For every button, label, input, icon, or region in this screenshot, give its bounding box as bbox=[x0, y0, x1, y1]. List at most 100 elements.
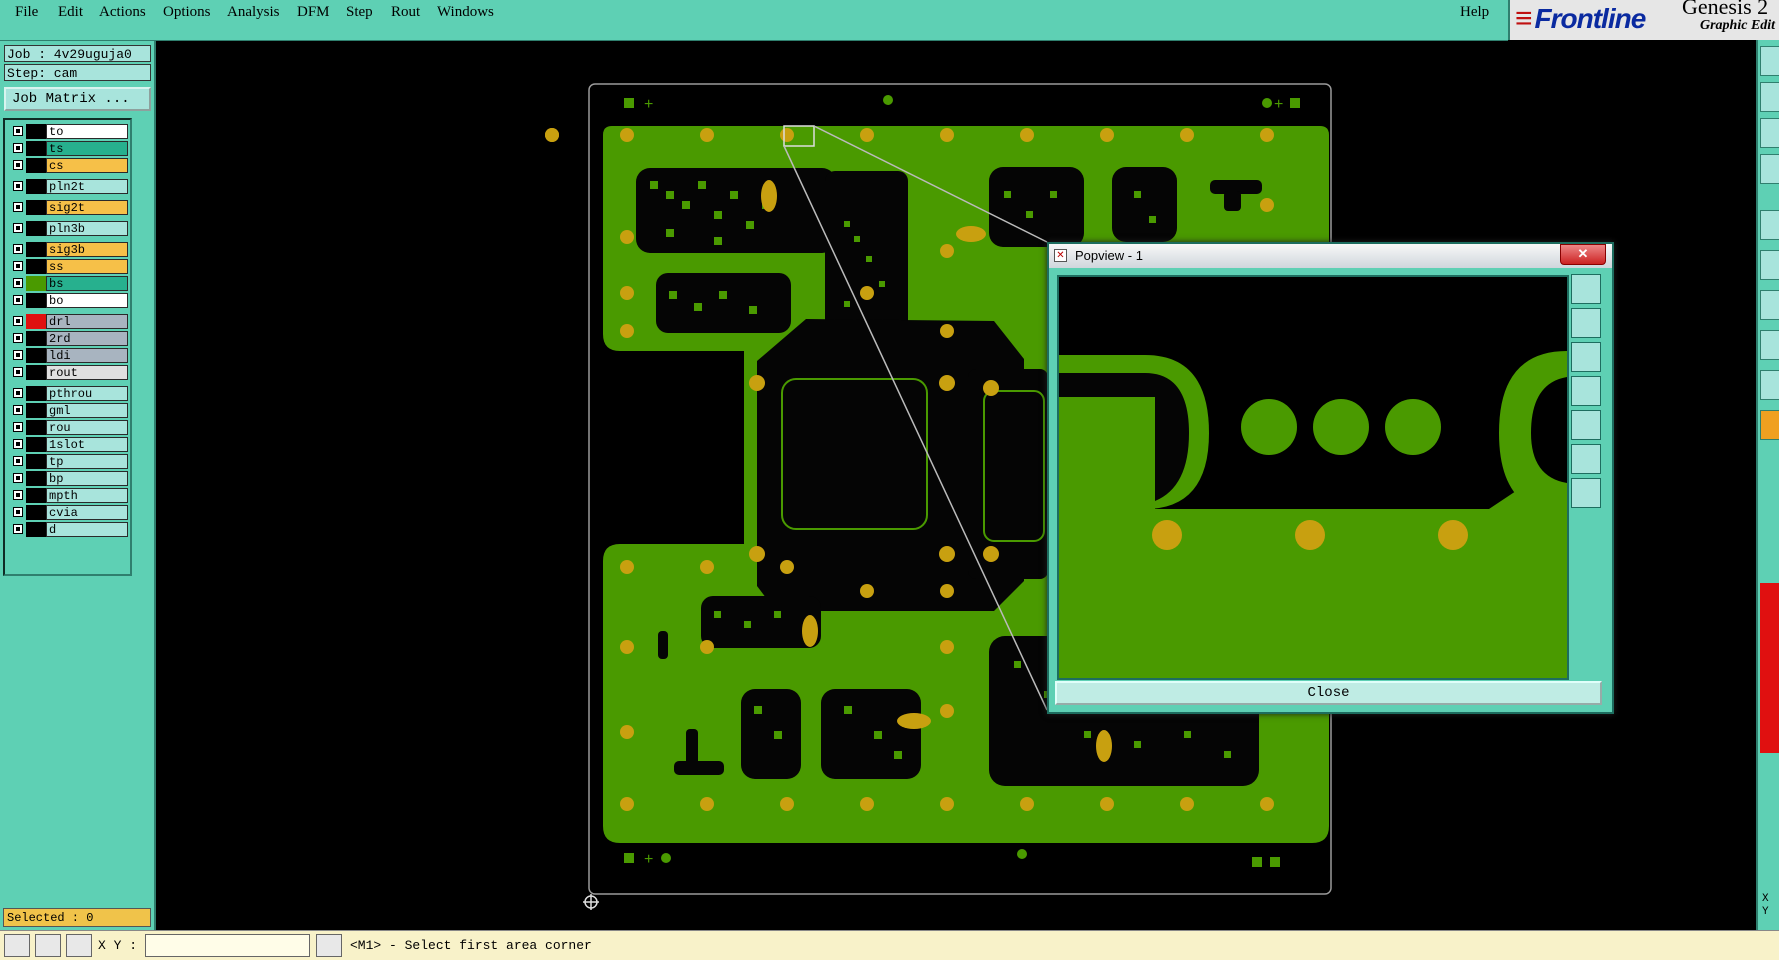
layer-checkbox[interactable] bbox=[13, 473, 23, 483]
layer-row[interactable]: 2rd bbox=[9, 331, 128, 346]
zoom-home-icon[interactable] bbox=[1571, 274, 1601, 304]
layer-name: cs bbox=[46, 158, 128, 173]
zoom-gold-pad-2 bbox=[1295, 520, 1325, 550]
layer-row[interactable]: sig3b bbox=[9, 242, 128, 257]
tool-2-icon[interactable] bbox=[1760, 82, 1779, 112]
layer-row[interactable]: ss bbox=[9, 259, 128, 274]
layer-checkbox[interactable] bbox=[13, 422, 23, 432]
popview-canvas[interactable] bbox=[1057, 275, 1569, 680]
tool-6-icon[interactable] bbox=[1760, 250, 1779, 280]
tool-9-icon[interactable] bbox=[1760, 370, 1779, 400]
layer-checkbox[interactable] bbox=[13, 244, 23, 254]
menu-help[interactable]: Help bbox=[1460, 4, 1489, 21]
layer-row[interactable]: d bbox=[9, 522, 128, 537]
layer-name: gml bbox=[46, 403, 128, 418]
layer-row[interactable]: cs bbox=[9, 158, 128, 173]
layer-row[interactable]: bp bbox=[9, 471, 128, 486]
menu-step[interactable]: Step bbox=[346, 4, 373, 21]
tool-5-icon[interactable] bbox=[1760, 210, 1779, 240]
layer-row[interactable]: gml bbox=[9, 403, 128, 418]
layer-row[interactable]: tp bbox=[9, 454, 128, 469]
popview-close-button[interactable]: Close bbox=[1055, 681, 1602, 705]
pan-left-icon[interactable] bbox=[1571, 376, 1601, 406]
layer-row[interactable]: rout bbox=[9, 365, 128, 380]
layer-name: ss bbox=[46, 259, 128, 274]
layer-row[interactable]: pln2t bbox=[9, 179, 128, 194]
tool-8-icon[interactable] bbox=[1760, 330, 1779, 360]
snap-icon[interactable] bbox=[4, 934, 30, 957]
layer-checkbox[interactable] bbox=[13, 160, 23, 170]
layer-row[interactable]: drl bbox=[9, 314, 128, 329]
popview-toolbar bbox=[1568, 274, 1604, 518]
close-icon[interactable]: ✕ bbox=[1560, 244, 1606, 265]
grid-icon[interactable] bbox=[66, 934, 92, 957]
layer-checkbox[interactable] bbox=[13, 316, 23, 326]
tool-3-icon[interactable] bbox=[1760, 118, 1779, 148]
tool-4-icon[interactable] bbox=[1760, 154, 1779, 184]
layer-row[interactable]: pthrou bbox=[9, 386, 128, 401]
zoom-pad-right bbox=[1499, 351, 1567, 515]
layer-row[interactable]: ts bbox=[9, 141, 128, 156]
layer-checkbox[interactable] bbox=[13, 490, 23, 500]
menu-analysis[interactable]: Analysis bbox=[227, 4, 280, 21]
popview-titlebar[interactable]: ✕ Popview - 1 ✕ bbox=[1049, 244, 1612, 268]
popview-window: ✕ Popview - 1 ✕ Close bbox=[1047, 242, 1614, 714]
layer-row[interactable]: sig2t bbox=[9, 200, 128, 215]
svg-text:+: + bbox=[644, 851, 653, 868]
layer-swatch bbox=[26, 179, 46, 194]
zoom-pad-body bbox=[1059, 397, 1155, 509]
tool-10-icon[interactable] bbox=[1760, 410, 1779, 440]
layer-row[interactable]: cvia bbox=[9, 505, 128, 520]
layer-checkbox[interactable] bbox=[13, 278, 23, 288]
menu-edit[interactable]: Edit bbox=[58, 4, 83, 21]
layer-row[interactable]: mpth bbox=[9, 488, 128, 503]
pan-down-icon[interactable] bbox=[1571, 342, 1601, 372]
bga-outline-right bbox=[983, 390, 1045, 542]
pan-up-icon[interactable] bbox=[1571, 308, 1601, 338]
layer-checkbox[interactable] bbox=[13, 507, 23, 517]
window-icon: ✕ bbox=[1054, 249, 1067, 262]
layer-checkbox[interactable] bbox=[13, 439, 23, 449]
layer-checkbox[interactable] bbox=[13, 333, 23, 343]
zoom-out-icon[interactable] bbox=[1571, 478, 1601, 508]
layer-checkbox[interactable] bbox=[13, 367, 23, 377]
layer-name: tp bbox=[46, 454, 128, 469]
menu-rout[interactable]: Rout bbox=[391, 4, 420, 21]
layer-row[interactable]: pln3b bbox=[9, 221, 128, 236]
menu-file[interactable]: File bbox=[15, 4, 38, 21]
layer-checkbox[interactable] bbox=[13, 261, 23, 271]
layer-checkbox[interactable] bbox=[13, 350, 23, 360]
xy-input[interactable] bbox=[145, 934, 310, 957]
layer-row[interactable]: bs bbox=[9, 276, 128, 291]
measure-icon[interactable] bbox=[35, 934, 61, 957]
layer-checkbox[interactable] bbox=[13, 295, 23, 305]
pan-right-icon[interactable] bbox=[1571, 410, 1601, 440]
layer-checkbox[interactable] bbox=[13, 456, 23, 466]
layer-row[interactable]: to bbox=[9, 124, 128, 139]
layer-row[interactable]: rou bbox=[9, 420, 128, 435]
layer-checkbox[interactable] bbox=[13, 181, 23, 191]
layer-checkbox[interactable] bbox=[13, 524, 23, 534]
menu-dfm[interactable]: DFM bbox=[297, 4, 330, 21]
job-matrix-button[interactable]: Job Matrix ... bbox=[4, 87, 151, 111]
layer-swatch bbox=[26, 488, 46, 503]
layer-checkbox[interactable] bbox=[13, 126, 23, 136]
layer-checkbox[interactable] bbox=[13, 223, 23, 233]
menu-windows[interactable]: Windows bbox=[437, 4, 494, 21]
layer-row[interactable]: 1slot bbox=[9, 437, 128, 452]
layer-checkbox[interactable] bbox=[13, 143, 23, 153]
layer-row[interactable]: ldi bbox=[9, 348, 128, 363]
red-panel bbox=[1760, 583, 1779, 753]
layer-name: rou bbox=[46, 420, 128, 435]
layer-checkbox[interactable] bbox=[13, 388, 23, 398]
job-label: Job : 4v29uguja0 bbox=[4, 45, 151, 62]
layer-checkbox[interactable] bbox=[13, 405, 23, 415]
menu-options[interactable]: Options bbox=[163, 4, 211, 21]
layer-row[interactable]: bo bbox=[9, 293, 128, 308]
tool-1-icon[interactable] bbox=[1760, 46, 1779, 76]
layer-checkbox[interactable] bbox=[13, 202, 23, 212]
tool-7-icon[interactable] bbox=[1760, 290, 1779, 320]
info-icon[interactable] bbox=[316, 934, 342, 957]
menu-actions[interactable]: Actions bbox=[99, 4, 146, 21]
zoom-in-icon[interactable] bbox=[1571, 444, 1601, 474]
